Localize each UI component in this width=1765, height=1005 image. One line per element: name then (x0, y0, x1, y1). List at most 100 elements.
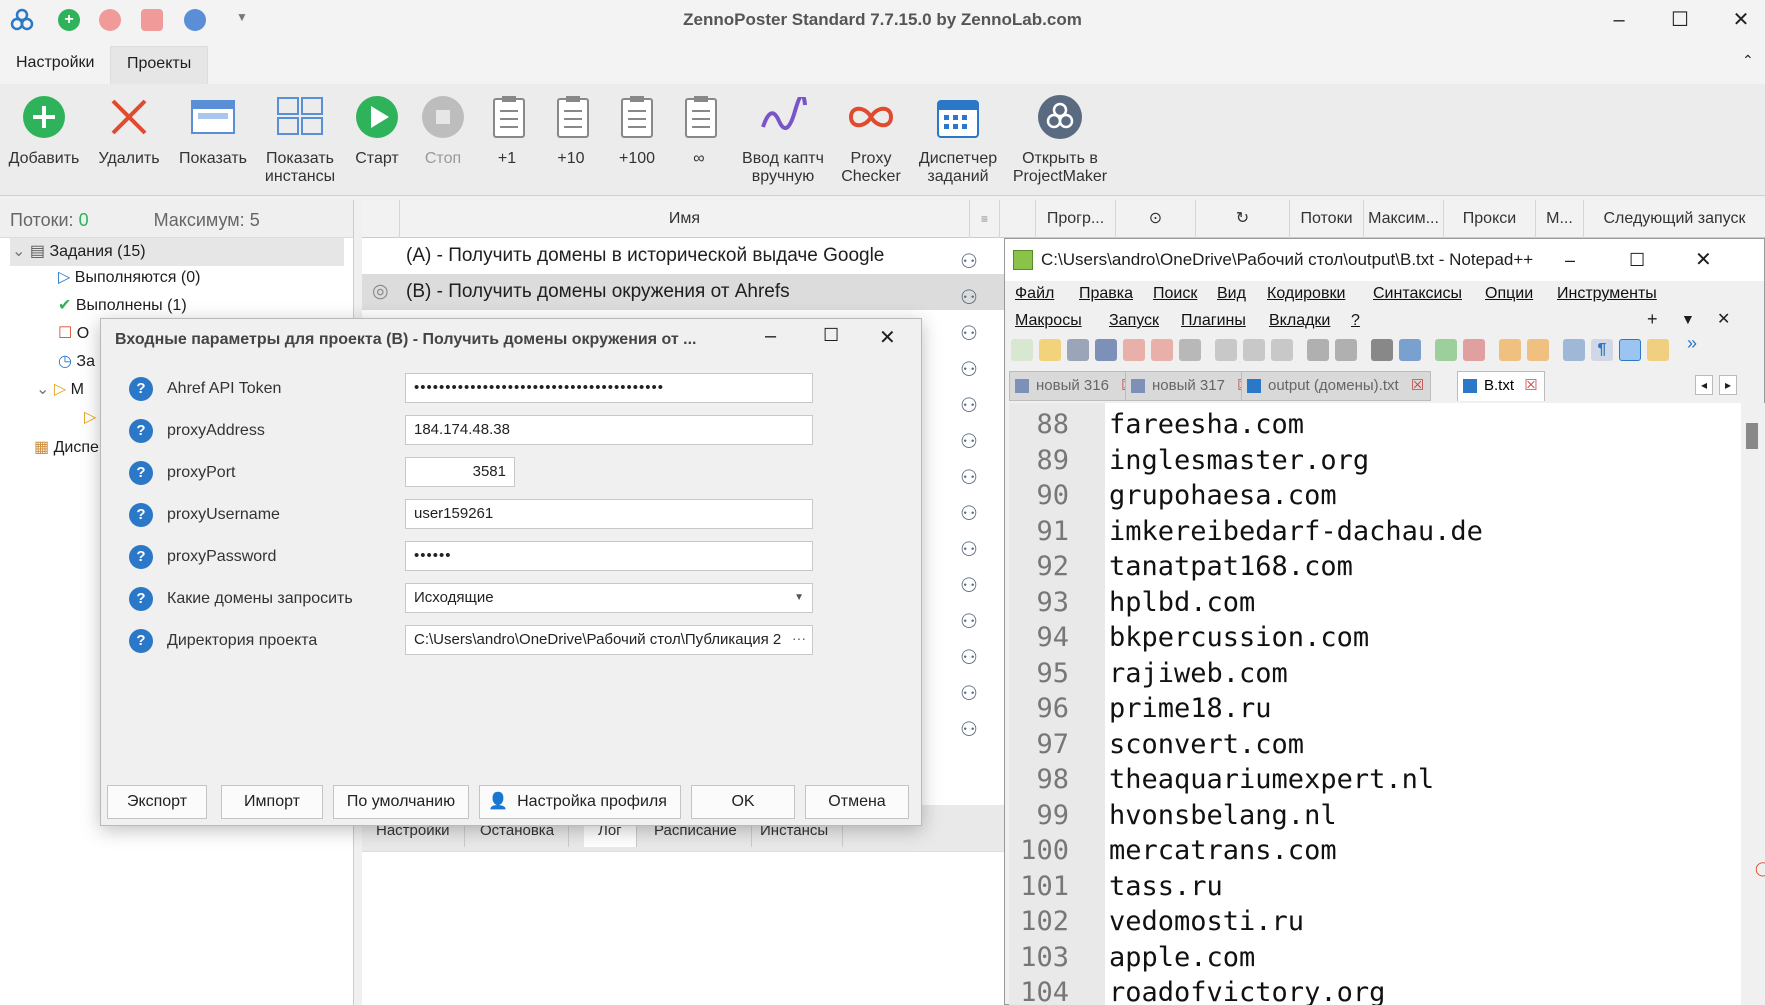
npp-sync-v-icon[interactable] (1499, 339, 1521, 361)
tree-done[interactable]: ✔ Выполнены (1) (58, 293, 187, 319)
npp-menu-tools[interactable]: Инструменты (1557, 285, 1657, 303)
col-status-icon[interactable]: ⊙ (1116, 200, 1196, 238)
proxy-username-input[interactable]: user159261 (405, 499, 813, 529)
tab-settings[interactable]: Настройки (0, 46, 110, 84)
stop-button[interactable]: Стоп (414, 88, 472, 168)
start-button[interactable]: Старт (348, 88, 406, 168)
col-proxy[interactable]: Прокси (1444, 200, 1536, 238)
proxy-password-input[interactable]: •••••• (405, 541, 813, 571)
npp-tab-output-domains[interactable]: output (домены).txt ☒ (1241, 371, 1432, 401)
col-refresh-icon[interactable]: ↻ (1196, 200, 1290, 238)
maximize-button[interactable]: ☐ (1657, 6, 1703, 34)
npp-menu-plugins[interactable]: Плагины (1181, 312, 1246, 330)
code-line[interactable]: vedomosti.ru (1109, 904, 1304, 940)
npp-zoom-out-icon[interactable] (1463, 339, 1485, 361)
show-button[interactable]: Показать (176, 88, 250, 168)
npp-menu-options[interactable]: Опции (1485, 285, 1533, 303)
dialog-minimize-button[interactable]: – (765, 325, 776, 348)
npp-close-file-icon[interactable] (1123, 339, 1145, 361)
sort-icon[interactable]: ≡ (970, 200, 1000, 238)
browse-icon[interactable]: ··· (792, 626, 806, 652)
tab-projects[interactable]: Проекты (110, 46, 209, 84)
npp-close-all-icon[interactable] (1151, 339, 1173, 361)
col-next-run[interactable]: Следующий запуск (1584, 200, 1765, 238)
npp-menu-macros[interactable]: Макросы (1015, 312, 1082, 330)
tree-stopped[interactable]: ☐ О (58, 321, 89, 347)
code-line[interactable]: rajiweb.com (1109, 656, 1288, 692)
npp-paste-icon[interactable] (1271, 339, 1293, 361)
npp-menu-syntax[interactable]: Синтаксисы (1373, 285, 1462, 303)
npp-new-icon[interactable] (1011, 339, 1033, 361)
plus-one-button[interactable]: +1 (484, 88, 530, 168)
npp-indent-guide-icon[interactable] (1619, 339, 1641, 361)
open-projectmaker-button[interactable]: Открыть в ProjectMaker (1010, 88, 1110, 186)
import-button[interactable]: Импорт (221, 785, 323, 819)
manual-captcha-button[interactable]: Ввод каптч вручную (738, 88, 828, 186)
code-line[interactable]: tass.ru (1109, 869, 1223, 905)
help-icon[interactable]: ? (129, 419, 153, 443)
plus-hundred-button[interactable]: +100 (608, 88, 666, 168)
npp-vertical-scrollbar[interactable] (1741, 403, 1765, 1005)
code-line[interactable]: theaquariumexpert.nl (1109, 762, 1434, 798)
npp-toolbar-more-icon[interactable]: » (1687, 333, 1697, 354)
add-button[interactable]: Добавить (6, 88, 82, 168)
tree-running[interactable]: ▷ Выполняются (0) (58, 265, 200, 291)
dialog-maximize-button[interactable]: ☐ (823, 325, 839, 346)
project-dir-input[interactable]: C:\Users\andro\OneDrive\Рабочий стол\Пуб… (405, 625, 813, 655)
npp-redo-icon[interactable] (1335, 339, 1357, 361)
defaults-button[interactable]: По умолчанию (333, 785, 469, 819)
tree-scheduler[interactable]: ▦ Диспе (34, 435, 99, 461)
plus-ten-button[interactable]: +10 (548, 88, 594, 168)
tree-tasks[interactable]: ⌄ ▤ Задания (15) (12, 239, 146, 265)
help-icon[interactable]: ? (129, 587, 153, 611)
npp-close-tab-icon[interactable]: ✕ (1717, 309, 1730, 329)
code-line[interactable]: roadofvictory.org (1109, 975, 1385, 1005)
help-icon[interactable]: ? (129, 629, 153, 653)
npp-tab-new317[interactable]: новый 317 ☒ (1125, 371, 1258, 401)
cancel-button[interactable]: Отмена (805, 785, 909, 819)
npp-menu-encoding[interactable]: Кодировки (1267, 285, 1345, 303)
col-name[interactable]: Имя (400, 200, 970, 238)
npp-tab-new316[interactable]: новый 316 ☒ (1009, 371, 1142, 401)
npp-show-all-chars-icon[interactable]: ¶ (1591, 339, 1613, 361)
code-line[interactable]: fareesha.com (1109, 407, 1304, 443)
help-icon[interactable]: ? (129, 545, 153, 569)
npp-minimize-button[interactable]: – (1565, 239, 1575, 281)
col-threads[interactable]: Потоки (1290, 200, 1364, 238)
npp-menu-tabs[interactable]: Вкладки (1269, 312, 1330, 330)
col-max[interactable]: Максим... (1364, 200, 1444, 238)
npp-print-icon[interactable] (1179, 339, 1201, 361)
npp-scroll-thumb[interactable] (1746, 423, 1758, 449)
npp-tab-scroll-left-icon[interactable]: ◂ (1695, 375, 1714, 395)
npp-menu-edit[interactable]: Правка (1079, 285, 1133, 303)
code-line[interactable]: hplbd.com (1109, 585, 1255, 621)
col-progress[interactable]: Прогр... (1036, 200, 1116, 238)
npp-replace-icon[interactable] (1399, 339, 1421, 361)
npp-menu-run[interactable]: Запуск (1109, 312, 1159, 330)
collapse-ribbon-icon[interactable]: ⌃ (1742, 52, 1754, 69)
npp-save-all-icon[interactable] (1095, 339, 1117, 361)
close-button[interactable]: ✕ (1718, 6, 1764, 34)
npp-tab-b-txt[interactable]: B.txt ☒ (1457, 371, 1545, 401)
help-icon[interactable]: ? (129, 461, 153, 485)
infinite-button[interactable]: ∞ (676, 88, 722, 168)
code-line[interactable]: sconvert.com (1109, 727, 1304, 763)
npp-tab-list-icon[interactable]: ▼ (1681, 311, 1695, 327)
ahref-token-input[interactable]: •••••••••••••••••••••••••••••••••••••••• (405, 373, 813, 403)
show-instances-button[interactable]: Показать инстансы (260, 88, 340, 186)
npp-wrap-icon[interactable] (1563, 339, 1585, 361)
npp-cut-icon[interactable] (1215, 339, 1237, 361)
domains-type-select[interactable]: Исходящие ▼ (405, 583, 813, 613)
npp-zoom-in-icon[interactable] (1435, 339, 1457, 361)
npp-tab-scroll-right-icon[interactable]: ▸ (1719, 375, 1738, 395)
npp-copy-icon[interactable] (1243, 339, 1265, 361)
tree-sub[interactable]: ▷ (84, 405, 96, 431)
code-line[interactable]: imkereibedarf-dachau.de (1109, 514, 1483, 550)
npp-editor[interactable]: 88 fareesha.com 89 inglesmaster.org 90 grupoh… (1009, 403, 1741, 1005)
proxy-address-input[interactable]: 184.174.48.38 (405, 415, 813, 445)
code-line[interactable]: grupohaesa.com (1109, 478, 1337, 514)
npp-save-icon[interactable] (1067, 339, 1089, 361)
npp-menu-search[interactable]: Поиск (1153, 285, 1197, 303)
code-line[interactable]: apple.com (1109, 940, 1255, 976)
export-button[interactable]: Экспорт (107, 785, 207, 819)
